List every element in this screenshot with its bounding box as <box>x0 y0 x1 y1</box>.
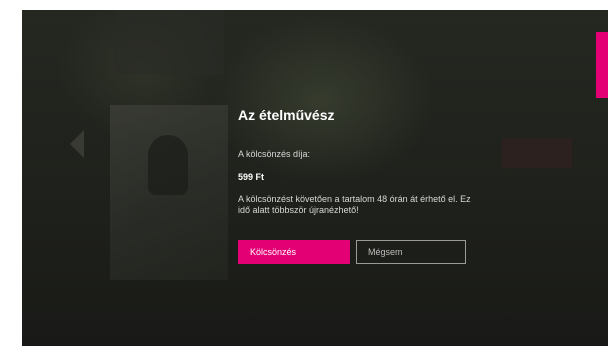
rental-info-text: A kölcsönzést követően a tartalom 48 órá… <box>238 194 471 215</box>
background-movie-poster <box>110 105 228 280</box>
tv-screen: Az ételművész A kölcsönzés díja: 599 Ft … <box>22 10 608 346</box>
rental-fee-label: A kölcsönzés díja: <box>238 149 311 159</box>
rental-price: 599 Ft <box>238 172 265 182</box>
cancel-button[interactable]: Mégsem <box>356 240 466 264</box>
chevron-left-icon <box>70 130 84 158</box>
dialog-title: Az ételművész <box>238 107 335 123</box>
background-highlight-strip <box>502 138 572 168</box>
background-poster-tile <box>114 10 224 75</box>
poster-figure <box>148 135 188 195</box>
brand-accent-tab <box>596 32 608 98</box>
rent-button[interactable]: Kölcsönzés <box>238 240 350 264</box>
